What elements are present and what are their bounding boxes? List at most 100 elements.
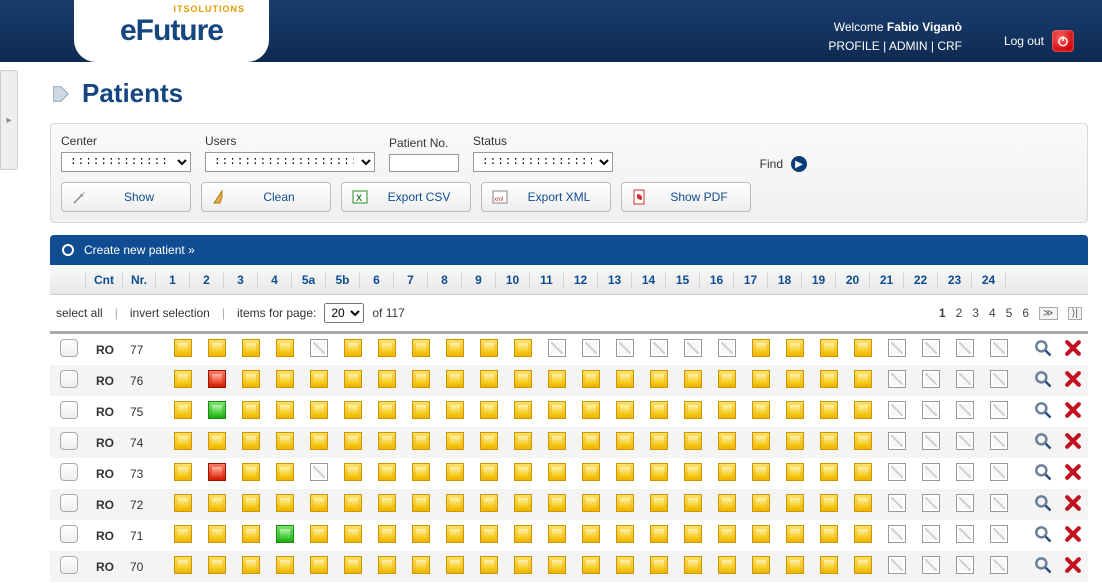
row-checkbox[interactable]: [60, 556, 78, 574]
status-cell[interactable]: [514, 463, 532, 481]
status-cell[interactable]: [548, 494, 566, 512]
status-cell[interactable]: [514, 339, 532, 357]
status-cell[interactable]: [990, 432, 1008, 450]
col-7[interactable]: 7: [394, 272, 428, 288]
col-12[interactable]: 12: [564, 272, 598, 288]
users-select[interactable]: ::::::::::::::::::::::::::: [205, 152, 375, 172]
status-cell[interactable]: [684, 525, 702, 543]
status-cell[interactable]: [276, 525, 294, 543]
delete-button[interactable]: [1058, 489, 1088, 520]
status-cell[interactable]: [344, 370, 362, 388]
status-cell[interactable]: [854, 525, 872, 543]
items-per-page[interactable]: 20: [324, 303, 364, 323]
status-cell[interactable]: [786, 339, 804, 357]
col-13[interactable]: 13: [598, 272, 632, 288]
status-cell[interactable]: [820, 556, 838, 574]
status-cell[interactable]: [310, 370, 328, 388]
status-cell[interactable]: [276, 401, 294, 419]
delete-button[interactable]: [1058, 551, 1088, 582]
status-cell[interactable]: [582, 494, 600, 512]
view-button[interactable]: [1028, 489, 1058, 520]
status-cell[interactable]: [344, 432, 362, 450]
delete-button[interactable]: [1058, 520, 1088, 551]
status-cell[interactable]: [616, 463, 634, 481]
status-cell[interactable]: [616, 401, 634, 419]
status-cell[interactable]: [582, 339, 600, 357]
status-cell[interactable]: [480, 401, 498, 419]
status-cell[interactable]: [922, 525, 940, 543]
status-cell[interactable]: [242, 401, 260, 419]
col-24[interactable]: 24: [972, 272, 1006, 288]
status-cell[interactable]: [718, 370, 736, 388]
view-button[interactable]: [1028, 520, 1058, 551]
status-cell[interactable]: [922, 463, 940, 481]
status-cell[interactable]: [174, 463, 192, 481]
status-cell[interactable]: [412, 525, 430, 543]
status-cell[interactable]: [752, 556, 770, 574]
row-checkbox[interactable]: [60, 370, 78, 388]
status-cell[interactable]: [888, 432, 906, 450]
status-cell[interactable]: [242, 432, 260, 450]
page-1[interactable]: 1: [939, 306, 946, 320]
status-cell[interactable]: [956, 401, 974, 419]
status-cell[interactable]: [752, 463, 770, 481]
delete-button[interactable]: [1058, 334, 1088, 365]
col-8[interactable]: 8: [428, 272, 462, 288]
row-checkbox[interactable]: [60, 525, 78, 543]
status-cell[interactable]: [548, 525, 566, 543]
status-cell[interactable]: [446, 494, 464, 512]
status-cell[interactable]: [820, 339, 838, 357]
status-cell[interactable]: [242, 494, 260, 512]
status-cell[interactable]: [922, 370, 940, 388]
create-new-patient[interactable]: Create new patient »: [50, 235, 1088, 265]
status-cell[interactable]: [786, 401, 804, 419]
view-button[interactable]: [1028, 458, 1058, 489]
status-cell[interactable]: [310, 525, 328, 543]
status-cell[interactable]: [412, 494, 430, 512]
status-cell[interactable]: [378, 463, 396, 481]
find-button[interactable]: ▶: [791, 156, 807, 172]
delete-button[interactable]: [1058, 427, 1088, 458]
status-cell[interactable]: [412, 370, 430, 388]
status-cell[interactable]: [684, 556, 702, 574]
status-cell[interactable]: [276, 370, 294, 388]
status-cell[interactable]: [242, 339, 260, 357]
status-cell[interactable]: [174, 494, 192, 512]
view-button[interactable]: [1028, 365, 1058, 396]
nav-profile[interactable]: PROFILE: [828, 39, 879, 53]
status-cell[interactable]: [242, 525, 260, 543]
status-cell[interactable]: [684, 494, 702, 512]
invert-selection[interactable]: invert selection: [130, 306, 210, 320]
view-button[interactable]: [1028, 396, 1058, 427]
view-button[interactable]: [1028, 334, 1058, 365]
status-cell[interactable]: [718, 494, 736, 512]
col-10[interactable]: 10: [496, 272, 530, 288]
status-cell[interactable]: [480, 339, 498, 357]
status-cell[interactable]: [854, 432, 872, 450]
status-cell[interactable]: [378, 401, 396, 419]
status-cell[interactable]: [718, 432, 736, 450]
select-all[interactable]: select all: [56, 306, 103, 320]
status-cell[interactable]: [548, 556, 566, 574]
status-cell[interactable]: [582, 401, 600, 419]
status-cell[interactable]: [752, 401, 770, 419]
delete-button[interactable]: [1058, 458, 1088, 489]
status-cell[interactable]: [412, 339, 430, 357]
status-cell[interactable]: [208, 370, 226, 388]
status-cell[interactable]: [276, 339, 294, 357]
col-19[interactable]: 19: [802, 272, 836, 288]
status-cell[interactable]: [514, 494, 532, 512]
status-cell[interactable]: [480, 556, 498, 574]
col-9[interactable]: 9: [462, 272, 496, 288]
status-cell[interactable]: [208, 494, 226, 512]
status-cell[interactable]: [956, 370, 974, 388]
col-2[interactable]: 2: [190, 272, 224, 288]
status-cell[interactable]: [990, 494, 1008, 512]
status-cell[interactable]: [582, 432, 600, 450]
status-cell[interactable]: [786, 494, 804, 512]
status-cell[interactable]: [650, 463, 668, 481]
status-cell[interactable]: [990, 339, 1008, 357]
clean-button[interactable]: Clean: [201, 182, 331, 212]
status-cell[interactable]: [548, 339, 566, 357]
status-cell[interactable]: [956, 494, 974, 512]
